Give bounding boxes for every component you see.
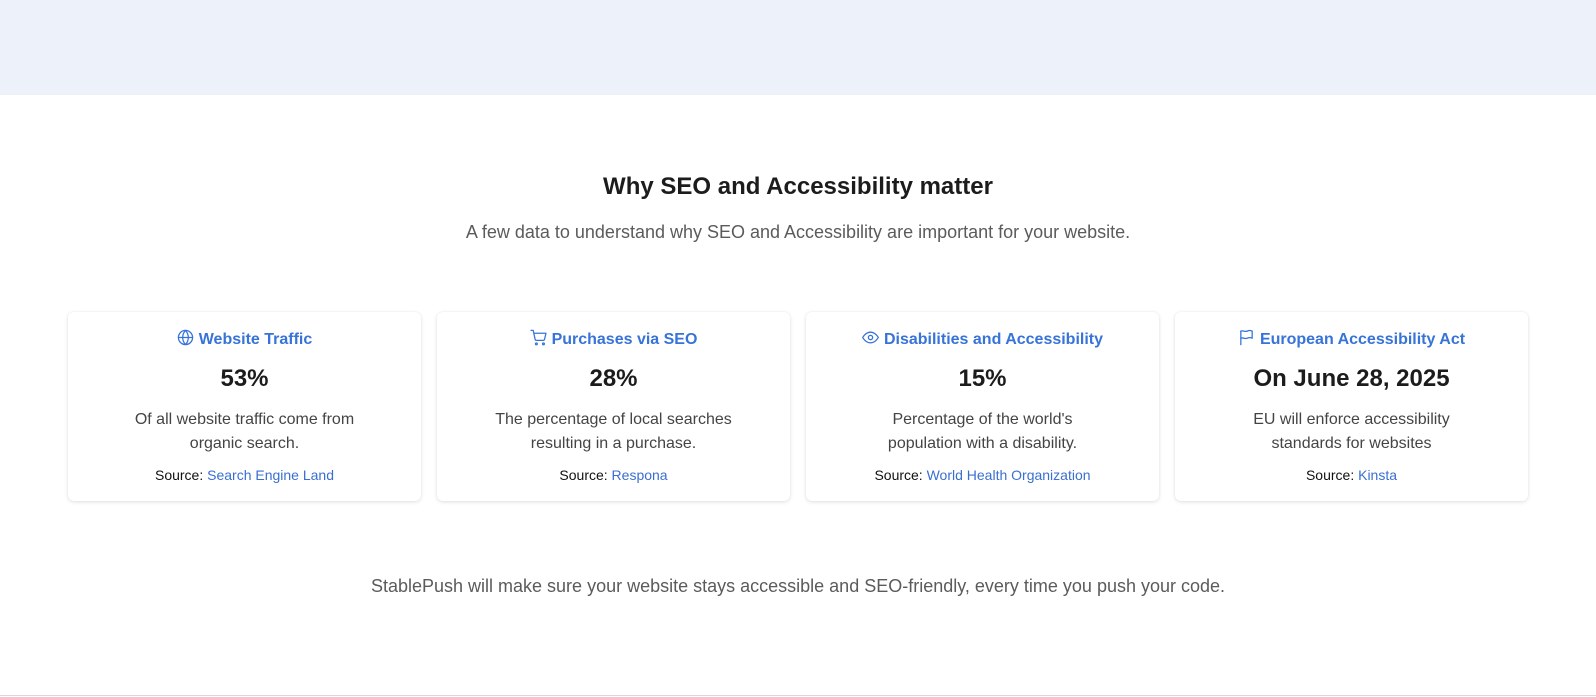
card-title: European Accessibility Act: [1175, 329, 1528, 351]
eye-icon: [862, 329, 879, 351]
stat-description: The percentage of local searches resulti…: [495, 411, 732, 452]
source-link-search-engine-land[interactable]: Search Engine Land: [207, 467, 334, 483]
stat-card-purchases-via-seo: Purchases via SEO 28% The percentage of …: [437, 312, 790, 501]
stat-value: On June 28, 2025: [1253, 365, 1450, 392]
stat-card-website-traffic: Website Traffic 53% Of all website traff…: [68, 312, 421, 501]
stat-source: Source: Kinsta: [1175, 467, 1528, 483]
stat-card-disabilities-and-accessibility: Disabilities and Accessibility 15% Perce…: [806, 312, 1159, 501]
stat-description: Of all website traffic come from organic…: [134, 411, 355, 452]
section-title: Why SEO and Accessibility matter: [603, 173, 993, 200]
stat-source: Source: Respona: [437, 467, 790, 483]
stats-section: Why SEO and Accessibility matter A few d…: [0, 95, 1596, 697]
stat-description: EU will enforce accessibility standards …: [1253, 411, 1450, 452]
globe-icon: [177, 329, 194, 351]
shopping-cart-icon: [529, 329, 547, 351]
card-title-text: Purchases via SEO: [551, 331, 698, 348]
source-label: Source:: [559, 467, 608, 483]
source-link-who[interactable]: World Health Organization: [927, 467, 1091, 483]
stats-cards: Website Traffic 53% Of all website traff…: [68, 312, 1528, 501]
source-label: Source:: [1305, 467, 1355, 483]
source-link-respona[interactable]: Respona: [612, 467, 668, 483]
stat-value: 53%: [220, 365, 269, 392]
card-title-text: Website Traffic: [198, 331, 313, 348]
stat-source: Source: World Health Organization: [806, 467, 1159, 483]
stat-card-european-accessibility-act: European Accessibility Act On June 28, 2…: [1175, 312, 1528, 501]
card-title-text: Disabilities and Accessibility: [883, 331, 1104, 348]
source-label: Source:: [874, 467, 923, 483]
source-link-kinsta[interactable]: Kinsta: [1358, 467, 1397, 483]
card-title: Purchases via SEO: [437, 329, 790, 351]
card-title: Website Traffic: [68, 329, 421, 351]
bottom-divider: [0, 695, 1596, 696]
top-header-band: [0, 0, 1596, 95]
footer-note: StablePush will make sure your website s…: [370, 576, 1226, 596]
section-subtitle: A few data to understand why SEO and Acc…: [465, 222, 1131, 242]
card-title-text: European Accessibility Act: [1259, 331, 1466, 348]
card-title: Disabilities and Accessibility: [806, 330, 1159, 350]
stat-value: 15%: [958, 365, 1007, 392]
stat-description: Percentage of the world's population wit…: [887, 411, 1078, 452]
source-label: Source:: [154, 467, 204, 483]
stat-value: 28%: [589, 365, 638, 392]
flag-icon: [1238, 329, 1255, 351]
stat-source: Source: Search Engine Land: [68, 467, 421, 483]
